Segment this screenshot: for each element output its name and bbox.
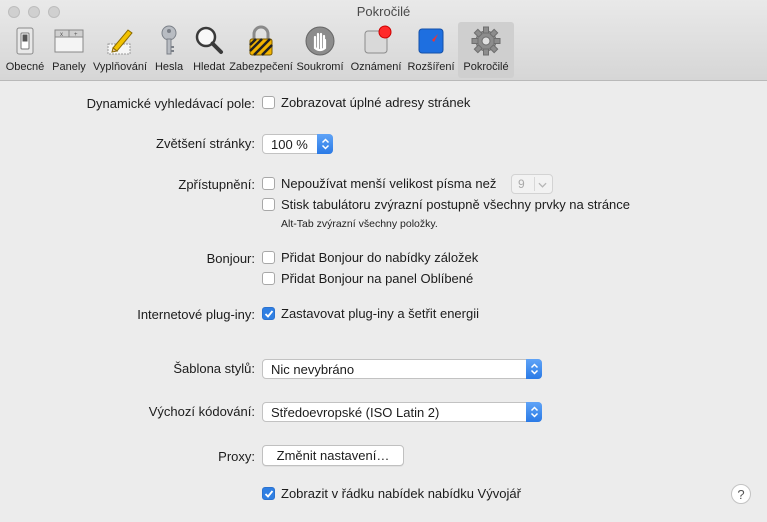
bonjour-favorites-option[interactable]: Přidat Bonjour na panel Oblíbené (262, 271, 473, 286)
pencil-icon (107, 29, 133, 55)
stop-plugins-option[interactable]: Zastavovat plug-iny a šetřit energii (262, 306, 479, 321)
switch-icon (16, 27, 34, 55)
tab-general[interactable]: Obecné (2, 22, 48, 78)
compass-icon (418, 28, 444, 54)
encoding-label: Výchozí kódování: (148, 404, 255, 419)
chevron-updown-icon (530, 363, 538, 375)
padlock-icon (249, 25, 273, 56)
proxy-label: Proxy: (218, 449, 255, 464)
tab-advanced[interactable]: Pokročilé (458, 22, 514, 78)
titlebar: Pokročilé Obecné + x Panely Vyplňování H… (0, 0, 767, 81)
alt-tab-note: Alt-Tab zvýrazní všechny položky. (281, 218, 438, 230)
magnifier-icon (195, 26, 223, 54)
preferences-toolbar: Obecné + x Panely Vyplňování Hesla Hleda… (2, 22, 514, 78)
tab-autofill[interactable]: Vyplňování (90, 22, 150, 78)
show-develop-menu-option[interactable]: Zobrazit v řádku nabídek nabídku Vývojář (262, 486, 521, 501)
show-full-address-checkbox[interactable] (262, 96, 275, 109)
stylesheet-select[interactable]: Nic nevybráno (262, 359, 542, 379)
help-button[interactable]: ? (731, 484, 751, 504)
tab-security[interactable]: Zabezpečení (229, 22, 293, 78)
bonjour-favorites-checkbox[interactable] (262, 272, 275, 285)
tab-tabs[interactable]: + x Panely (48, 22, 90, 78)
tab-passwords[interactable]: Hesla (150, 22, 188, 78)
svg-text:x: x (60, 32, 63, 38)
change-proxy-settings-button[interactable]: Změnit nastavení… (262, 445, 404, 466)
chevron-updown-icon (321, 138, 329, 150)
window-title: Pokročilé (356, 4, 411, 19)
page-zoom-label: Zvětšení stránky: (156, 136, 255, 151)
min-font-size-checkbox[interactable] (262, 177, 275, 190)
chevron-down-icon (538, 182, 547, 188)
chevron-updown-icon (530, 406, 538, 418)
bonjour-label: Bonjour: (206, 251, 255, 266)
key-icon (161, 25, 177, 55)
page-zoom-select[interactable]: 100 % (262, 134, 333, 154)
min-font-size-select[interactable]: 9 (511, 174, 553, 194)
tab-search[interactable]: Hledat (188, 22, 230, 78)
encoding-select[interactable]: Středoevropské (ISO Latin 2) (262, 402, 542, 422)
advanced-settings-panel: Dynamické vyhledávací pole: Zobrazovat ú… (0, 81, 767, 522)
tab-highlight-option[interactable]: Stisk tabulátoru zvýrazní postupně všech… (262, 197, 630, 212)
smart-search-label: Dynamické vyhledávací pole: (86, 96, 255, 111)
tab-privacy[interactable]: Soukromí (292, 22, 348, 78)
tabs-icon: + x (54, 29, 84, 53)
stylesheet-label: Šablona stylů: (173, 361, 255, 376)
tab-highlight-checkbox[interactable] (262, 198, 275, 211)
bonjour-bookmarks-option[interactable]: Přidat Bonjour do nabídky záložek (262, 250, 478, 265)
tab-extensions[interactable]: Rozšíření (404, 22, 458, 78)
svg-text:+: + (74, 32, 78, 38)
checkmark-icon (264, 309, 273, 318)
notification-icon (364, 25, 392, 54)
bonjour-bookmarks-checkbox[interactable] (262, 251, 275, 264)
tab-notifications[interactable]: Oznámení (348, 22, 404, 78)
accessibility-label: Zpřístupnění: (178, 177, 255, 192)
checkmark-icon (264, 489, 273, 498)
min-font-size-option[interactable]: Nepoužívat menší velikost písma než (262, 176, 496, 191)
stop-plugins-checkbox[interactable] (262, 307, 275, 320)
preferences-window: Pokročilé Obecné + x Panely Vyplňování H… (0, 0, 767, 522)
gear-icon (471, 26, 501, 56)
show-develop-menu-checkbox[interactable] (262, 487, 275, 500)
plugins-label: Internetové plug-iny: (137, 307, 255, 322)
hand-icon (305, 26, 335, 56)
show-full-address-option[interactable]: Zobrazovat úplné adresy stránek (262, 95, 470, 110)
